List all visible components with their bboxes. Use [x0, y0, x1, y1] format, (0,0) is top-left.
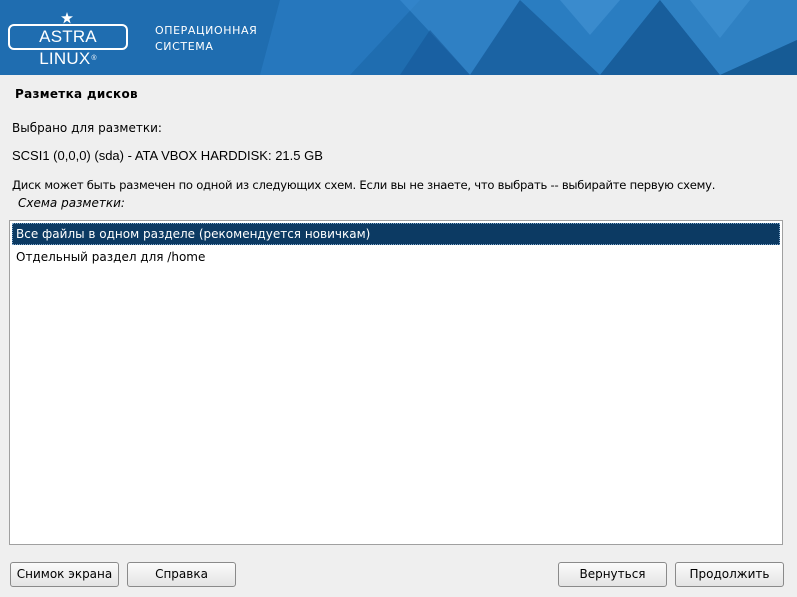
help-button[interactable]: Справка — [127, 562, 236, 587]
screenshot-button[interactable]: Снимок экрана — [10, 562, 119, 587]
back-button[interactable]: Вернуться — [558, 562, 667, 587]
header-banner: ASTRA LINUX® ОПЕРАЦИОННАЯ СИСТЕМА — [0, 0, 797, 75]
scheme-item-separate-home[interactable]: Отдельный раздел для /home — [12, 246, 780, 268]
scheme-item-all-in-one[interactable]: Все файлы в одном разделе (рекомендуется… — [12, 223, 780, 245]
os-caption-line2: СИСТЕМА — [155, 40, 214, 53]
os-caption-line1: ОПЕРАЦИОННАЯ — [155, 24, 258, 37]
star-icon — [61, 12, 73, 24]
scheme-list-label: Схема разметки: — [18, 196, 125, 210]
disk-info: SCSI1 (0,0,0) (sda) - ATA VBOX HARDDISK:… — [12, 148, 323, 163]
partition-description: Диск может быть размечен по одной из сле… — [12, 178, 716, 192]
os-caption: ОПЕРАЦИОННАЯ СИСТЕМА — [155, 23, 257, 55]
partition-scheme-list[interactable]: Все файлы в одном разделе (рекомендуется… — [9, 220, 783, 545]
selected-for-label: Выбрано для разметки: — [12, 121, 162, 135]
page-title: Разметка дисков — [15, 87, 138, 101]
continue-button[interactable]: Продолжить — [675, 562, 784, 587]
logo-text: ASTRA LINUX — [39, 27, 97, 68]
astra-linux-logo: ASTRA LINUX® — [8, 24, 128, 68]
logo-registered-mark: ® — [91, 55, 97, 62]
